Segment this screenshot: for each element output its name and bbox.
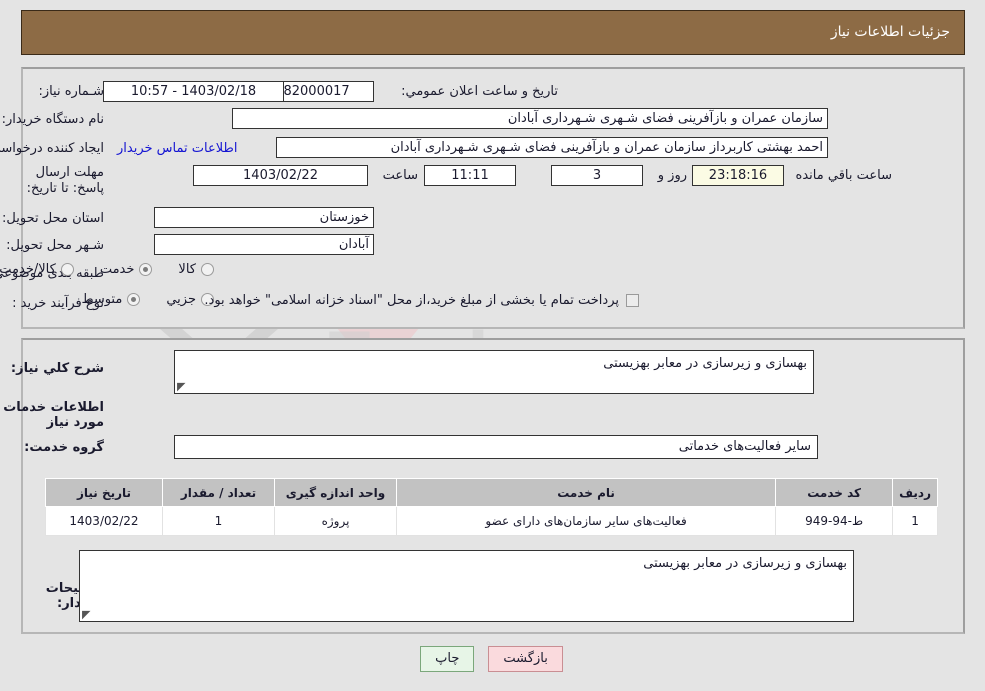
treasury-checkbox[interactable]: [627, 294, 640, 307]
need-info-panel: [22, 67, 966, 329]
treasury-note-label: پرداخت تمام یا بخشی از مبلغ خرید،از محل …: [205, 293, 620, 308]
remaining-days-value: 3: [552, 165, 644, 186]
table-row[interactable]: 1 ط-94-949 فعالیت‌های سایر سازمان‌های دا…: [46, 506, 939, 536]
process-radio-group[interactable]: جزیي متوسط: [56, 292, 215, 307]
cell-code: ط-94-949: [776, 506, 895, 536]
summary-label: شرح کلي نیاز:: [11, 361, 105, 376]
category-radio-0[interactable]: [202, 263, 215, 276]
deadline-hour-value[interactable]: 11:11: [425, 165, 517, 186]
th-date: تاریخ نیاز: [46, 478, 164, 507]
services-table: ردیف کد خدمت نام خدمت واحد اندازه گیری ت…: [46, 478, 939, 536]
service-group-text: سایر فعالیت‌های خدماتی: [679, 439, 812, 454]
buyer-notes-text: بهسازی و زیرسازی در معابر بهزیستی: [644, 556, 848, 571]
summary-text: بهسازی و زیرسازی در معابر بهزیستی: [604, 356, 808, 371]
print-button[interactable]: چاپ: [421, 646, 476, 672]
province-label: استان محل تحویل:: [3, 211, 105, 226]
buyer-org-value[interactable]: سازمان عمران و بازآفرینی فضای شـهری شـهر…: [233, 108, 829, 129]
cell-name: فعالیت‌های سایر سازمان‌های دارای عضو: [396, 506, 778, 536]
page-header: جزئیات اطلاعات نیاز: [22, 10, 966, 55]
buyer-contact-link[interactable]: اطلاعات تماس خریدار: [118, 141, 238, 156]
cell-qty: 1: [163, 506, 276, 536]
table-header-row: ردیف کد خدمت نام خدمت واحد اندازه گیری ت…: [46, 478, 939, 507]
process-radio-1[interactable]: [128, 293, 142, 306]
category-label-0: کالا: [179, 262, 197, 277]
treasury-note-checkbox-wrap[interactable]: پرداخت تمام یا بخشی از مبلغ خرید،از محل …: [205, 293, 640, 308]
buyer-org-label: نام دستگاه خریدار:: [2, 112, 105, 127]
public-announce-value[interactable]: 1403/02/18 - 10:57: [104, 81, 285, 102]
th-qty: تعداد / مقدار: [163, 478, 276, 507]
creator-value[interactable]: احمد بهشتی کاربرداز سازمان عمران و بازآف…: [277, 137, 829, 158]
remaining-days-label: روز و: [658, 168, 688, 183]
category-radio-1[interactable]: [140, 263, 154, 276]
province-value[interactable]: خوزستان: [155, 207, 375, 228]
process-option-1[interactable]: متوسط: [82, 292, 142, 307]
th-code: کد خدمت: [776, 478, 895, 507]
resize-grip-icon[interactable]: ◥: [178, 380, 188, 393]
category-option-0[interactable]: کالا: [179, 262, 215, 277]
deadline-date-value[interactable]: 1403/02/22: [194, 165, 369, 186]
category-option-2[interactable]: کالا/خدمت: [0, 262, 75, 277]
th-unit: واحد اندازه گیری: [275, 478, 398, 507]
cell-unit: پروژه: [275, 506, 398, 536]
process-label-0: جزیي: [167, 292, 197, 307]
category-radio-2[interactable]: [61, 263, 75, 276]
resize-grip-icon-notes[interactable]: ◥: [83, 608, 93, 621]
city-label: شـهر محل تحویل:: [7, 238, 105, 253]
deadline-hour-label: ساعت: [383, 168, 419, 183]
remaining-time-countdown: 23:18:16: [693, 165, 785, 186]
remaining-time-suffix: ساعت باقي مانده: [796, 168, 893, 183]
th-row: ردیف: [893, 478, 939, 507]
service-group-value[interactable]: سایر فعالیت‌های خدماتی: [175, 435, 819, 459]
category-label-1: خدمت: [100, 262, 136, 277]
public-announce-label: تاریخ و ساعت اعلان عمومي:: [402, 84, 559, 99]
buyer-notes-textarea[interactable]: بهسازی و زیرسازی در معابر بهزیستی ◥: [80, 550, 855, 622]
process-label-1: متوسط: [82, 292, 124, 307]
summary-textarea[interactable]: بهسازی و زیرسازی در معابر بهزیستی ◥: [175, 350, 815, 394]
city-value[interactable]: آبادان: [155, 234, 375, 255]
services-section-title: اطلاعات خدمات مورد نیاز: [4, 400, 105, 430]
deadline-label: مهلت ارسال پاسخ: تا تاریخ:: [27, 165, 105, 196]
need-number-label: شـماره نیاز:: [39, 84, 105, 99]
creator-label: ایجاد کننده درخواست:: [0, 141, 105, 156]
action-button-bar: بازگشت چاپ: [0, 646, 985, 672]
cell-row: 1: [893, 506, 939, 536]
cell-date: 1403/02/22: [46, 506, 164, 536]
category-radio-group[interactable]: کالا خدمت کالا/خدمت: [0, 262, 215, 277]
service-group-label: گروه خدمت:: [25, 440, 105, 455]
back-button[interactable]: بازگشت: [489, 646, 564, 672]
th-name: نام خدمت: [396, 478, 778, 507]
page-title: جزئیات اطلاعات نیاز: [831, 24, 951, 40]
category-option-1[interactable]: خدمت: [101, 262, 154, 277]
category-label-2: کالا/خدمت: [0, 262, 57, 277]
